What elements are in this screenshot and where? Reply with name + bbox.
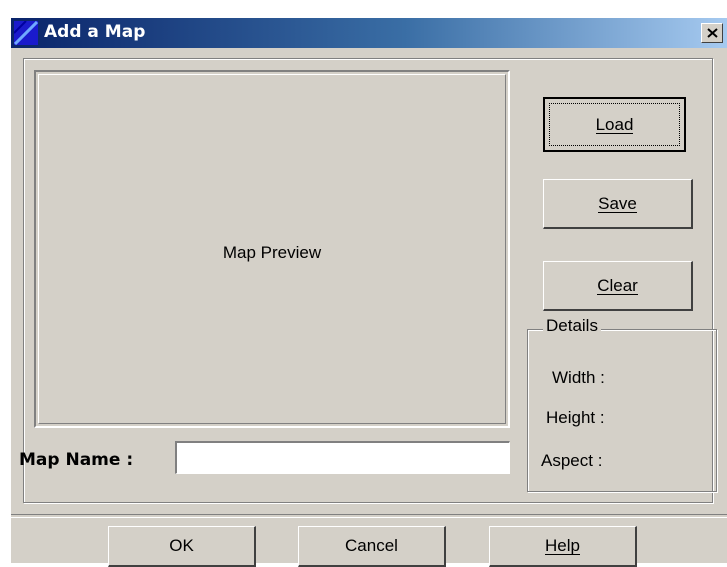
load-button[interactable]: Load	[543, 97, 686, 152]
footer-separator	[11, 514, 727, 518]
ok-button[interactable]: OK	[108, 526, 256, 567]
title-bar: Add a Map	[11, 18, 727, 48]
clear-button-label: Clear	[597, 275, 638, 295]
close-icon	[707, 28, 718, 38]
load-button-label: Load	[595, 114, 634, 134]
details-legend: Details	[543, 316, 601, 336]
map-icon	[14, 21, 38, 45]
help-button-label: Help	[545, 536, 580, 555]
ok-button-label: OK	[169, 536, 194, 555]
add-map-dialog: Add a Map Map Preview Load Save Clear De…	[11, 18, 727, 567]
aspect-label: Aspect :	[541, 451, 603, 470]
cancel-button[interactable]: Cancel	[298, 526, 446, 567]
map-name-label: Map Name :	[19, 450, 134, 470]
map-preview: Map Preview	[34, 70, 510, 428]
clear-button[interactable]: Clear	[543, 261, 693, 311]
cancel-button-label: Cancel	[345, 536, 398, 555]
help-button[interactable]: Help	[489, 526, 637, 567]
close-button[interactable]	[701, 23, 723, 43]
width-label: Width :	[552, 368, 605, 387]
save-button[interactable]: Save	[543, 179, 693, 229]
map-name-input[interactable]	[175, 441, 510, 474]
save-button-label: Save	[598, 193, 637, 213]
map-preview-frame: Map Preview	[38, 74, 506, 424]
map-preview-label: Map Preview	[222, 243, 322, 262]
window-title: Add a Map	[44, 22, 146, 42]
height-label: Height :	[546, 408, 605, 427]
